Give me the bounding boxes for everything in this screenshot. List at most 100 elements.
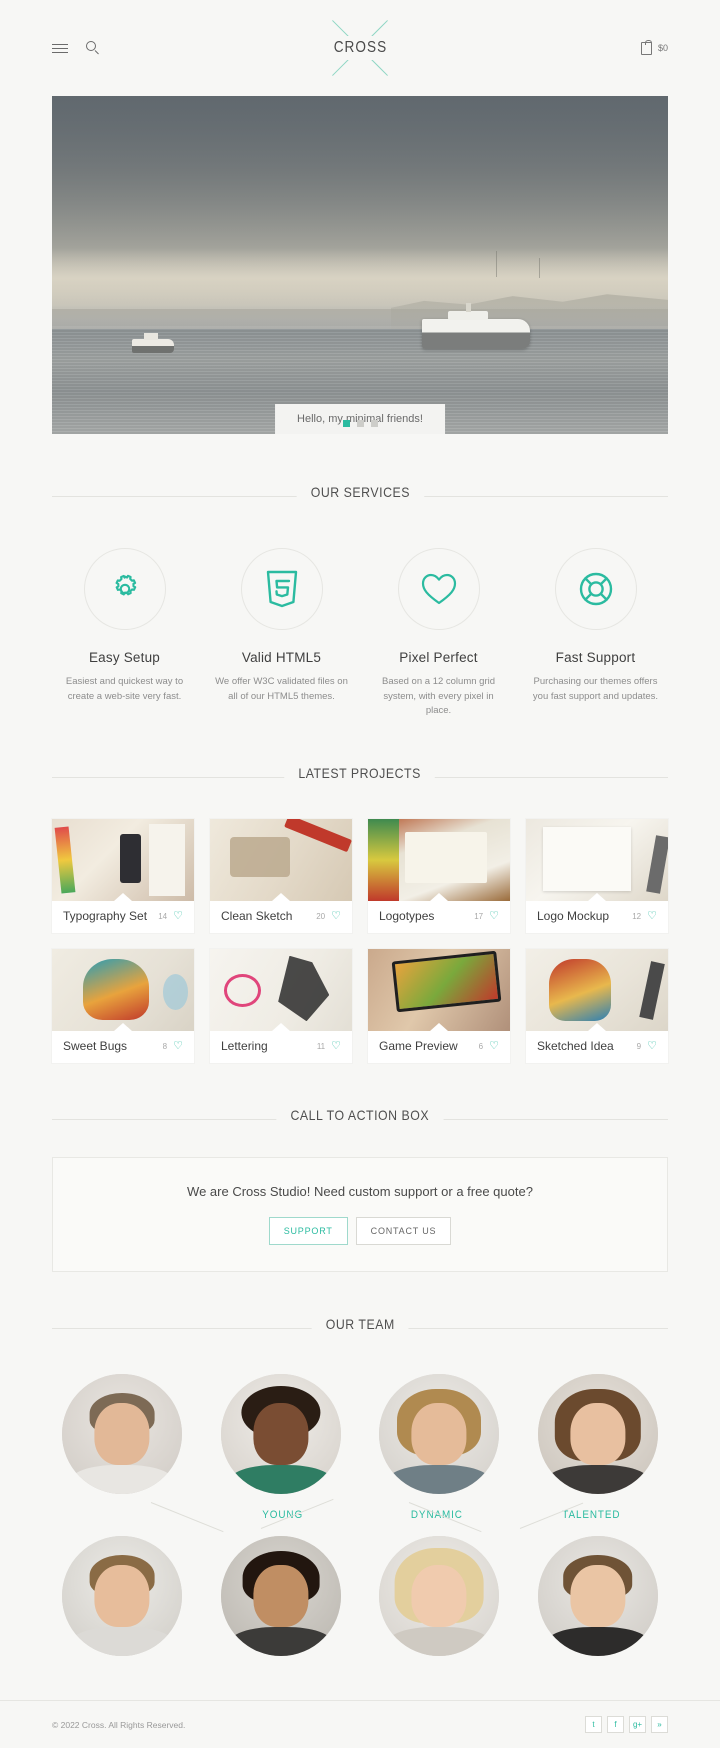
team-section-title: OUR TEAM xyxy=(52,1316,668,1340)
service-item-pixel-perfect: Pixel Perfect Based on a 12 column grid … xyxy=(360,548,517,719)
hero-dot-2[interactable] xyxy=(356,420,364,427)
heart-icon xyxy=(421,573,456,605)
cta-message: We are Cross Studio! Need custom support… xyxy=(187,1184,533,1200)
heart-icon[interactable]: ♡ xyxy=(173,910,183,922)
facebook-icon[interactable]: f xyxy=(607,1716,624,1734)
heart-icon[interactable]: ♡ xyxy=(331,910,341,922)
avatar[interactable] xyxy=(220,1374,341,1495)
service-icon-wrap xyxy=(240,548,323,630)
heart-icon[interactable]: ♡ xyxy=(489,910,499,922)
project-caption-bar: Sweet Bugs 8 ♡ xyxy=(52,1031,194,1063)
heart-icon[interactable]: ♡ xyxy=(331,1040,341,1052)
bag-icon xyxy=(640,39,652,55)
thumb-notch xyxy=(430,1023,448,1032)
project-thumbnail xyxy=(368,949,510,1032)
support-button[interactable]: SUPPORT xyxy=(268,1217,348,1246)
google-plus-icon[interactable]: g+ xyxy=(629,1716,646,1734)
service-item-fast-support: Fast Support Purchasing our themes offer… xyxy=(517,548,674,719)
cart-widget[interactable]: $0 xyxy=(640,39,668,55)
thumb-detail xyxy=(543,827,632,892)
project-title: Game Preview xyxy=(379,1039,458,1054)
project-card[interactable]: Game Preview 6 ♡ xyxy=(368,949,510,1064)
service-item-easy-setup: Easy Setup Easiest and quickest way to c… xyxy=(46,548,203,719)
avatar[interactable] xyxy=(379,1374,500,1495)
project-thumbnail xyxy=(210,819,352,902)
avatar-face xyxy=(253,1564,309,1628)
project-card[interactable]: Lettering 11 ♡ xyxy=(210,949,352,1064)
avatar[interactable] xyxy=(220,1536,341,1657)
avatar-body xyxy=(387,1627,491,1657)
avatar-body xyxy=(229,1627,333,1657)
lifebuoy-icon xyxy=(579,572,612,606)
project-thumbnail xyxy=(526,949,668,1032)
thumb-detail xyxy=(148,824,186,897)
hero-slider-dots xyxy=(52,414,668,427)
hero-shoreline xyxy=(52,308,668,326)
avatar[interactable] xyxy=(379,1536,500,1657)
contact-us-button[interactable]: CONTACT US xyxy=(355,1217,452,1246)
site-logo[interactable]: CROSS xyxy=(300,10,420,86)
project-card[interactable]: Logotypes 17 ♡ xyxy=(368,819,510,934)
service-title: Valid HTML5 xyxy=(241,650,322,665)
cta-button-group: SUPPORT CONTACT US xyxy=(73,1217,647,1246)
project-title: Sweet Bugs xyxy=(63,1039,128,1054)
heart-icon[interactable]: ♡ xyxy=(647,910,657,922)
connector-line xyxy=(409,1502,482,1533)
avatar-body xyxy=(546,1627,650,1657)
thumb-detail xyxy=(229,837,290,877)
project-caption-bar: Logo Mockup 12 ♡ xyxy=(526,901,668,933)
project-card[interactable]: Sketched Idea 9 ♡ xyxy=(526,949,668,1064)
thumb-notch xyxy=(588,893,606,902)
rss-icon[interactable]: » xyxy=(651,1716,668,1734)
twitter-icon[interactable]: t xyxy=(585,1716,602,1734)
cta-section-title: CALL TO ACTION BOX xyxy=(52,1107,668,1131)
hamburger-icon[interactable] xyxy=(52,41,68,55)
service-title: Pixel Perfect xyxy=(399,650,478,665)
avatar[interactable] xyxy=(537,1536,658,1657)
site-header: CROSS $0 xyxy=(0,0,720,96)
project-caption-bar: Lettering 11 ♡ xyxy=(210,1031,352,1063)
project-card[interactable]: Logo Mockup 12 ♡ xyxy=(526,819,668,934)
avatar[interactable] xyxy=(62,1374,183,1495)
copyright-text: © 2022 Cross. All Rights Reserved. xyxy=(52,1719,186,1730)
hamburger-bar xyxy=(52,43,68,45)
avatar[interactable] xyxy=(62,1536,183,1657)
site-footer: © 2022 Cross. All Rights Reserved. t f g… xyxy=(0,1700,720,1748)
thumb-detail xyxy=(54,826,76,894)
service-item-valid-html5: Valid HTML5 We offer W3C validated files… xyxy=(203,548,360,719)
thumb-detail xyxy=(120,833,142,884)
heart-icon[interactable]: ♡ xyxy=(173,1040,183,1052)
search-icon[interactable] xyxy=(86,41,100,55)
thumb-detail xyxy=(278,955,330,1022)
thumb-detail xyxy=(368,819,400,902)
cta-title-text: CALL TO ACTION BOX xyxy=(276,1107,444,1124)
project-like-count: 14 xyxy=(158,911,168,921)
cart-total: $0 xyxy=(657,43,668,53)
project-thumbnail xyxy=(52,819,194,902)
heart-icon[interactable]: ♡ xyxy=(489,1040,499,1052)
project-card[interactable]: Sweet Bugs 8 ♡ xyxy=(52,949,194,1064)
hero-dot-1[interactable] xyxy=(342,420,350,427)
thumb-notch xyxy=(114,1023,132,1032)
project-thumbnail xyxy=(368,819,510,902)
project-thumbnail xyxy=(210,949,352,1032)
thumb-detail xyxy=(391,950,501,1012)
service-desc: Easiest and quickest way to create a web… xyxy=(65,676,184,702)
service-icon-wrap xyxy=(397,548,480,630)
avatar-body xyxy=(546,1465,650,1495)
heart-icon[interactable]: ♡ xyxy=(647,1040,657,1052)
call-to-action-box: We are Cross Studio! Need custom support… xyxy=(52,1157,668,1273)
header-left-controls xyxy=(52,41,100,55)
hero-tower xyxy=(495,251,497,278)
avatar[interactable] xyxy=(537,1374,658,1495)
thumb-detail xyxy=(404,832,488,884)
hero-boat xyxy=(132,333,175,354)
avatar-body xyxy=(70,1627,174,1657)
project-card[interactable]: Clean Sketch 20 ♡ xyxy=(210,819,352,934)
service-desc: We offer W3C validated files on all of o… xyxy=(215,676,348,702)
project-caption-bar: Clean Sketch 20 ♡ xyxy=(210,901,352,933)
project-card[interactable]: Typography Set 14 ♡ xyxy=(52,819,194,934)
hero-dot-3[interactable] xyxy=(370,420,378,427)
hero-slider[interactable]: Hello, my minimal friends! xyxy=(52,96,668,434)
html5-icon xyxy=(266,570,297,608)
